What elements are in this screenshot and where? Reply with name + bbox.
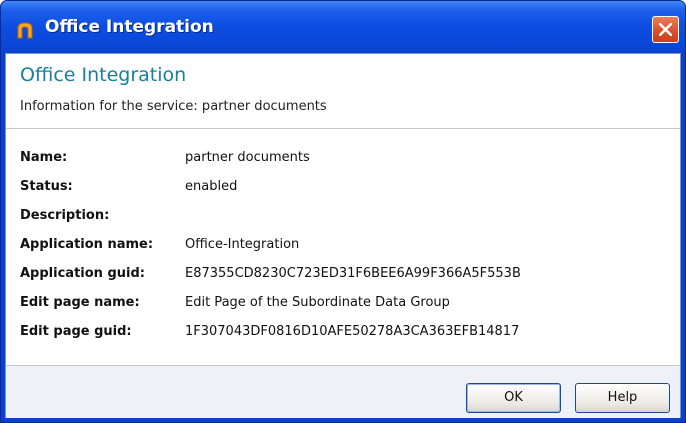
info-row-edit-page-guid: Edit page guid: 1F307043DF0816D10AFE5027… (20, 324, 660, 344)
title-bar[interactable]: Office Integration (1, 1, 685, 57)
info-label: Name: (20, 150, 68, 165)
info-label: Status: (20, 179, 73, 194)
info-value: Edit Page of the Subordinate Data Group (185, 295, 450, 310)
help-button[interactable]: Help (575, 383, 670, 413)
close-button[interactable] (652, 16, 679, 43)
page-subtitle: Information for the service: partner doc… (20, 99, 327, 114)
info-label: Application name: (20, 237, 154, 252)
info-row-status: Status: enabled (20, 179, 660, 199)
info-label: Edit page name: (20, 295, 140, 310)
window-title: Office Integration (45, 17, 214, 37)
info-value: enabled (185, 179, 238, 194)
page-title: Office Integration (20, 64, 187, 86)
info-row-description: Description: (20, 208, 660, 228)
close-icon (659, 23, 672, 36)
info-label: Description: (20, 208, 110, 223)
info-value: E87355CD8230C723ED31F6BEE6A99F366A5F553B (185, 266, 521, 281)
header-area: Office Integration Information for the s… (6, 54, 680, 129)
info-value: Office-Integration (185, 237, 300, 252)
info-value: 1F307043DF0816D10AFE50278A3CA363EFB14817 (185, 324, 520, 339)
info-row-name: Name: partner documents (20, 150, 660, 170)
info-row-application-guid: Application guid: E87355CD8230C723ED31F6… (20, 266, 660, 286)
info-row-application-name: Application name: Office-Integration (20, 237, 660, 257)
info-label: Edit page guid: (20, 324, 132, 339)
info-label: Application guid: (20, 266, 145, 281)
dialog-content: Office Integration Information for the s… (5, 53, 681, 418)
button-bar: OK Help (6, 365, 680, 418)
ok-button[interactable]: OK (466, 383, 561, 413)
dialog-window: Office Integration Office Integration In… (0, 0, 686, 423)
office-integration-icon (17, 22, 33, 39)
info-row-edit-page-name: Edit page name: Edit Page of the Subordi… (20, 295, 660, 315)
info-value: partner documents (185, 150, 310, 165)
